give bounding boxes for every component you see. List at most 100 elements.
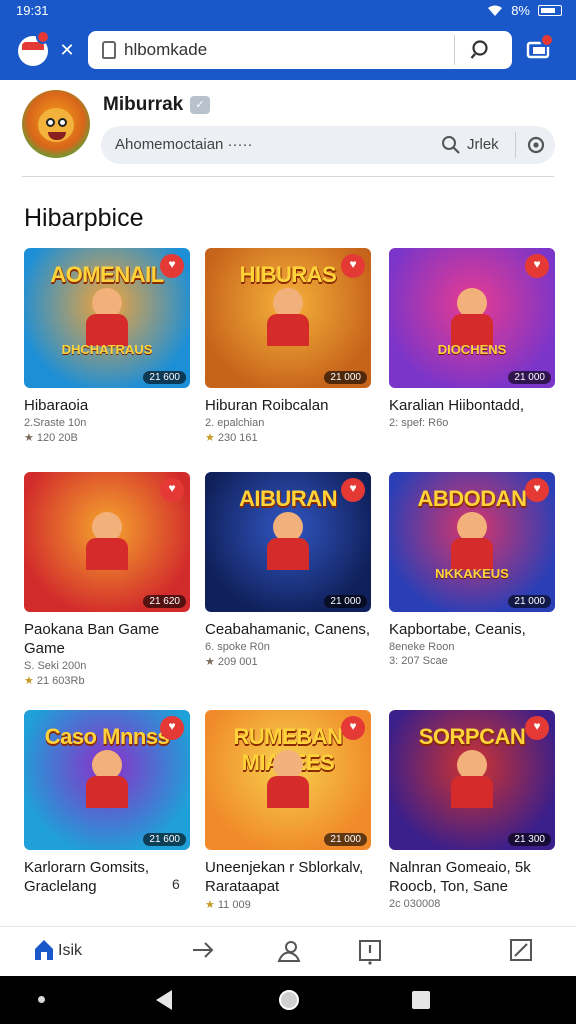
character-illustration [82, 512, 132, 570]
star-icon: ★ [24, 432, 34, 444]
count-badge: 21 000 [508, 371, 551, 384]
recents-icon[interactable] [412, 991, 430, 1009]
bottom-nav: Isik [0, 926, 576, 976]
game-thumbnail[interactable]: ABDODANNKKAKEUS21 000 [389, 472, 555, 612]
close-icon[interactable]: ✕ [58, 40, 76, 60]
game-card[interactable]: HIBURAS21 000 Hiburan Roibcalan 2. epalchi… [205, 248, 373, 444]
count-badge: 21 000 [508, 595, 551, 608]
game-title[interactable]: Hiburan Roibcalan [205, 396, 373, 415]
people-icon [277, 941, 301, 962]
favorite-heart-icon[interactable] [160, 716, 184, 740]
game-thumbnail[interactable]: DIOCHENS 21 000 [389, 248, 555, 388]
game-title[interactable]: Karlorarn Gomsits, Graclelang [24, 858, 192, 896]
character-illustration [82, 750, 132, 808]
count-badge: 21 620 [143, 595, 186, 608]
avatar-eye [46, 118, 55, 127]
favorite-heart-icon[interactable] [341, 716, 365, 740]
section-title: Hibarpbice [24, 204, 144, 232]
character-illustration [263, 750, 313, 808]
alert-icon [359, 940, 381, 965]
search-icon[interactable] [470, 39, 492, 61]
game-card[interactable]: SORPCAN21 300 Nalnran Gomeaio, 5k Roocb, … [389, 710, 557, 912]
game-meta: 8eneke Roon [389, 641, 455, 653]
game-card[interactable]: AOMENAILDHCHATRAUS21 600 Hibaraoia 2.Srast… [24, 248, 192, 444]
game-card[interactable]: ABDODANNKKAKEUS21 000 Kapbortabe, Ceanis,… [389, 472, 557, 667]
settings-icon[interactable] [527, 136, 545, 154]
secondary-search-text: Ahomemoctaian ····· [115, 136, 253, 153]
character-illustration [447, 512, 497, 570]
game-title[interactable]: Paokana Ban Game Game [24, 620, 192, 658]
game-thumbnail[interactable]: SORPCAN21 300 [389, 710, 555, 850]
star-icon: ★ [205, 899, 215, 911]
game-title[interactable]: Karalian Hiibontadd, [389, 396, 557, 415]
game-rating-row: ★ 230 161 [205, 431, 373, 444]
nav-item-people[interactable] [277, 939, 301, 965]
game-thumbnail[interactable]: AIBURAN21 000 [205, 472, 371, 612]
game-rating: 209 001 [217, 656, 258, 668]
favorite-heart-icon[interactable] [525, 254, 549, 278]
game-title[interactable]: Kapbortabe, Ceanis, [389, 620, 557, 639]
cast-badge-icon [540, 33, 554, 47]
character-illustration [447, 288, 497, 346]
character-illustration [447, 750, 497, 808]
favorite-heart-icon[interactable] [160, 254, 184, 278]
game-card[interactable]: Caso Mnnss21 600 Karlorarn Gomsits, Gracl… [24, 710, 192, 898]
game-thumbnail[interactable]: Caso Mnnss21 600 [24, 710, 190, 850]
game-card[interactable]: DIOCHENS 21 000 Karalian Hiibontadd, 2: spe… [389, 248, 557, 431]
game-meta: S. Seki 200n [24, 660, 87, 672]
favorite-heart-icon[interactable] [160, 478, 184, 502]
game-meta: 2.Sraste 10n [24, 417, 87, 429]
game-thumbnail[interactable]: HIBURAS21 000 [205, 248, 371, 388]
star-icon: ★ [205, 432, 215, 444]
arrow-right-icon [193, 942, 214, 958]
search-bar[interactable] [88, 31, 512, 69]
lock-icon [102, 41, 116, 59]
home-icon [35, 940, 53, 960]
battery-icon [538, 5, 562, 16]
search-input[interactable] [124, 40, 454, 60]
favorite-heart-icon[interactable] [525, 716, 549, 740]
game-card[interactable]: 21 620 Paokana Ban Game Game S. Seki 200n ★… [24, 472, 192, 687]
edit-icon [510, 939, 532, 961]
character-illustration [82, 288, 132, 346]
favorite-heart-icon[interactable] [341, 478, 365, 502]
game-rating-row: ★ 209 001 [205, 655, 373, 668]
count-badge: 21 000 [324, 833, 367, 846]
nav-item-edit[interactable] [510, 939, 532, 965]
verified-badge-icon: ✓ [190, 96, 210, 114]
status-icons: 8% [487, 3, 562, 18]
secondary-search-bar[interactable]: Ahomemoctaian ····· Jrlek [101, 126, 555, 164]
secondary-search-label[interactable]: Jrlek [467, 136, 499, 153]
favorite-heart-icon[interactable] [341, 254, 365, 278]
profile-name: Miburrak [103, 94, 184, 115]
game-thumbnail[interactable]: RUMEBAN MIATEES21 000 [205, 710, 371, 850]
character-illustration [263, 288, 313, 346]
nav-item-home[interactable]: Isik [34, 939, 94, 965]
secondary-search-divider [515, 132, 516, 158]
search-divider [454, 35, 455, 65]
game-rating-row: ★ 120 20B [24, 431, 192, 444]
search-icon[interactable] [441, 135, 461, 155]
home-button-icon[interactable] [279, 990, 299, 1010]
avatar[interactable] [22, 90, 90, 158]
game-title[interactable]: Hibaraoia [24, 396, 192, 415]
character-illustration [263, 512, 313, 570]
game-title[interactable]: Uneenjekan r Sblorkalv, Rarataapat [205, 858, 373, 896]
game-card[interactable]: RUMEBAN MIATEES21 000 Uneenjekan r Sblork… [205, 710, 373, 911]
game-thumbnail[interactable]: AOMENAILDHCHATRAUS21 600 [24, 248, 190, 388]
system-dot-icon [38, 996, 45, 1003]
game-rating-row: ★ 21 603Rb [24, 674, 192, 687]
nav-item-alerts[interactable] [358, 939, 382, 965]
battery-percent: 8% [511, 3, 530, 18]
back-icon[interactable] [156, 990, 172, 1010]
thumbnail-subtitle: DIOCHENS [437, 342, 507, 357]
nav-item-forward[interactable] [192, 939, 214, 965]
game-meta: 2: spef: R6o [389, 417, 449, 429]
game-card[interactable]: AIBURAN21 000 Ceabahamanic, Canens, 6. spo… [205, 472, 373, 668]
screen: 19:31 8% ✕ Mib [0, 0, 576, 1024]
game-title[interactable]: Nalnran Gomeaio, 5k Roocb, Ton, Sane [389, 858, 557, 896]
count-badge: 21 600 [143, 371, 186, 384]
game-title[interactable]: Ceabahamanic, Canens, [205, 620, 373, 639]
game-thumbnail[interactable]: 21 620 [24, 472, 190, 612]
favorite-heart-icon[interactable] [525, 478, 549, 502]
